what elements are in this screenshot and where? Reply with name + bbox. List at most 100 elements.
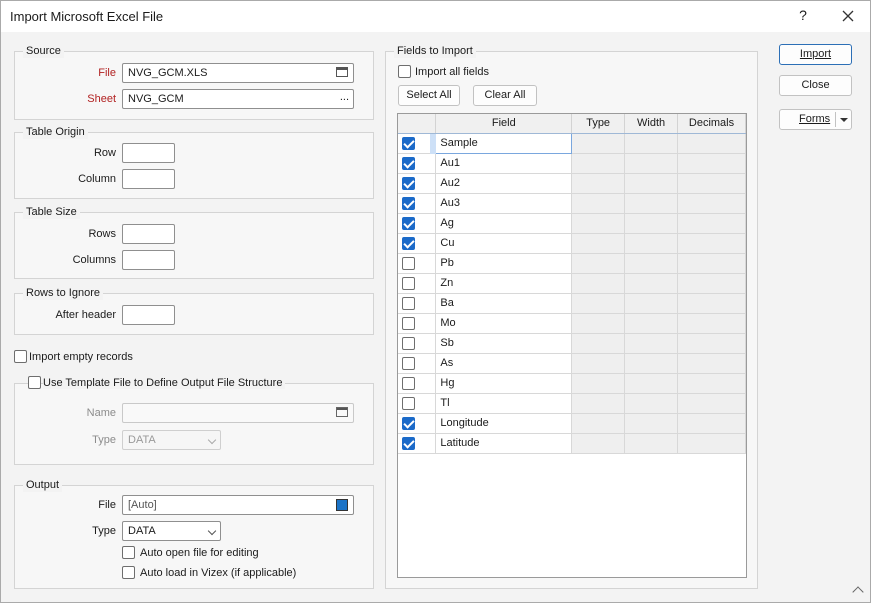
collapse-chevron-icon[interactable]: [852, 586, 864, 598]
output-type-select[interactable]: DATA: [122, 521, 221, 541]
columns-input[interactable]: [122, 250, 175, 270]
type-cell[interactable]: [571, 433, 626, 454]
rows-input[interactable]: [122, 224, 175, 244]
row-checkbox[interactable]: [402, 156, 415, 170]
auto-load-checkbox[interactable]: [122, 566, 135, 579]
width-cell[interactable]: [624, 313, 679, 334]
width-cell[interactable]: [624, 173, 679, 194]
table-row[interactable]: Sample: [398, 132, 746, 154]
type-cell[interactable]: [571, 313, 626, 334]
row-checkbox[interactable]: [402, 316, 415, 330]
template-checkbox[interactable]: [28, 376, 41, 389]
decimals-cell[interactable]: [677, 273, 746, 294]
field-name-cell[interactable]: Ba: [435, 293, 573, 314]
table-row[interactable]: Au3: [398, 193, 746, 214]
type-cell[interactable]: [571, 153, 626, 174]
row-checkbox[interactable]: [402, 176, 415, 190]
table-row[interactable]: Tl: [398, 393, 746, 414]
field-name-cell[interactable]: Au1: [435, 153, 573, 174]
folder-browse-icon[interactable]: [336, 407, 348, 417]
column-input[interactable]: [122, 169, 175, 189]
row-checkbox[interactable]: [402, 296, 415, 310]
row-checkbox[interactable]: [402, 256, 415, 270]
type-cell[interactable]: [571, 133, 626, 154]
sheet-browse-button[interactable]: ...: [340, 91, 349, 103]
width-cell[interactable]: [624, 353, 679, 374]
table-row[interactable]: Pb: [398, 253, 746, 274]
table-row[interactable]: Zn: [398, 273, 746, 294]
type-cell[interactable]: [571, 293, 626, 314]
table-row[interactable]: Au2: [398, 173, 746, 194]
header-decimals[interactable]: Decimals: [677, 114, 746, 134]
close-window-button[interactable]: [837, 5, 859, 27]
row-input[interactable]: [122, 143, 175, 163]
field-name-cell[interactable]: Mo: [435, 313, 573, 334]
header-field[interactable]: Field: [435, 114, 573, 134]
type-cell[interactable]: [571, 173, 626, 194]
table-row[interactable]: Longitude: [398, 413, 746, 434]
auto-open-checkbox[interactable]: [122, 546, 135, 559]
decimals-cell[interactable]: [677, 393, 746, 414]
output-file-color-icon[interactable]: [336, 499, 348, 511]
type-cell[interactable]: [571, 373, 626, 394]
table-row[interactable]: Ba: [398, 293, 746, 314]
width-cell[interactable]: [624, 233, 679, 254]
type-cell[interactable]: [571, 413, 626, 434]
field-name-cell[interactable]: Tl: [435, 393, 573, 414]
field-name-cell[interactable]: Cu: [435, 233, 573, 254]
decimals-cell[interactable]: [677, 413, 746, 434]
table-row[interactable]: As: [398, 353, 746, 374]
source-file-input[interactable]: NVG_GCM.XLS: [122, 63, 354, 83]
decimals-cell[interactable]: [677, 373, 746, 394]
row-checkbox[interactable]: [402, 196, 415, 210]
import-all-checkbox[interactable]: [398, 65, 411, 78]
field-name-cell[interactable]: As: [435, 353, 573, 374]
row-checkbox[interactable]: [402, 336, 415, 350]
width-cell[interactable]: [624, 293, 679, 314]
field-name-cell[interactable]: Hg: [435, 373, 573, 394]
type-cell[interactable]: [571, 233, 626, 254]
field-name-cell[interactable]: Ag: [435, 213, 573, 234]
decimals-cell[interactable]: [677, 193, 746, 214]
type-cell[interactable]: [571, 193, 626, 214]
table-row[interactable]: Hg: [398, 373, 746, 394]
row-checkbox[interactable]: [402, 396, 415, 410]
decimals-cell[interactable]: [677, 153, 746, 174]
table-row[interactable]: Latitude: [398, 433, 746, 454]
width-cell[interactable]: [624, 393, 679, 414]
width-cell[interactable]: [624, 373, 679, 394]
row-checkbox[interactable]: [402, 376, 415, 390]
template-name-input[interactable]: [122, 403, 354, 423]
close-button[interactable]: Close: [779, 75, 852, 96]
width-cell[interactable]: [624, 273, 679, 294]
field-name-cell[interactable]: Sample: [435, 132, 573, 154]
table-row[interactable]: Au1: [398, 153, 746, 174]
decimals-cell[interactable]: [677, 353, 746, 374]
type-cell[interactable]: [571, 253, 626, 274]
field-name-cell[interactable]: Longitude: [435, 413, 573, 434]
width-cell[interactable]: [624, 213, 679, 234]
select-all-button[interactable]: Select All: [398, 85, 460, 106]
import-button[interactable]: Import: [779, 44, 852, 65]
width-cell[interactable]: [624, 413, 679, 434]
type-cell[interactable]: [571, 213, 626, 234]
row-checkbox[interactable]: [402, 416, 415, 430]
decimals-cell[interactable]: [677, 233, 746, 254]
decimals-cell[interactable]: [677, 173, 746, 194]
decimals-cell[interactable]: [677, 433, 746, 454]
decimals-cell[interactable]: [677, 253, 746, 274]
template-type-select[interactable]: DATA: [122, 430, 221, 450]
field-name-cell[interactable]: Au2: [435, 173, 573, 194]
after-header-input[interactable]: [122, 305, 175, 325]
width-cell[interactable]: [624, 133, 679, 154]
help-button[interactable]: ?: [793, 7, 813, 27]
table-row[interactable]: Sb: [398, 333, 746, 354]
field-name-cell[interactable]: Sb: [435, 333, 573, 354]
row-checkbox[interactable]: [402, 236, 415, 250]
header-type[interactable]: Type: [571, 114, 626, 134]
caret-down-icon[interactable]: [840, 118, 848, 122]
table-row[interactable]: Mo: [398, 313, 746, 334]
width-cell[interactable]: [624, 193, 679, 214]
row-checkbox[interactable]: [402, 276, 415, 290]
width-cell[interactable]: [624, 433, 679, 454]
